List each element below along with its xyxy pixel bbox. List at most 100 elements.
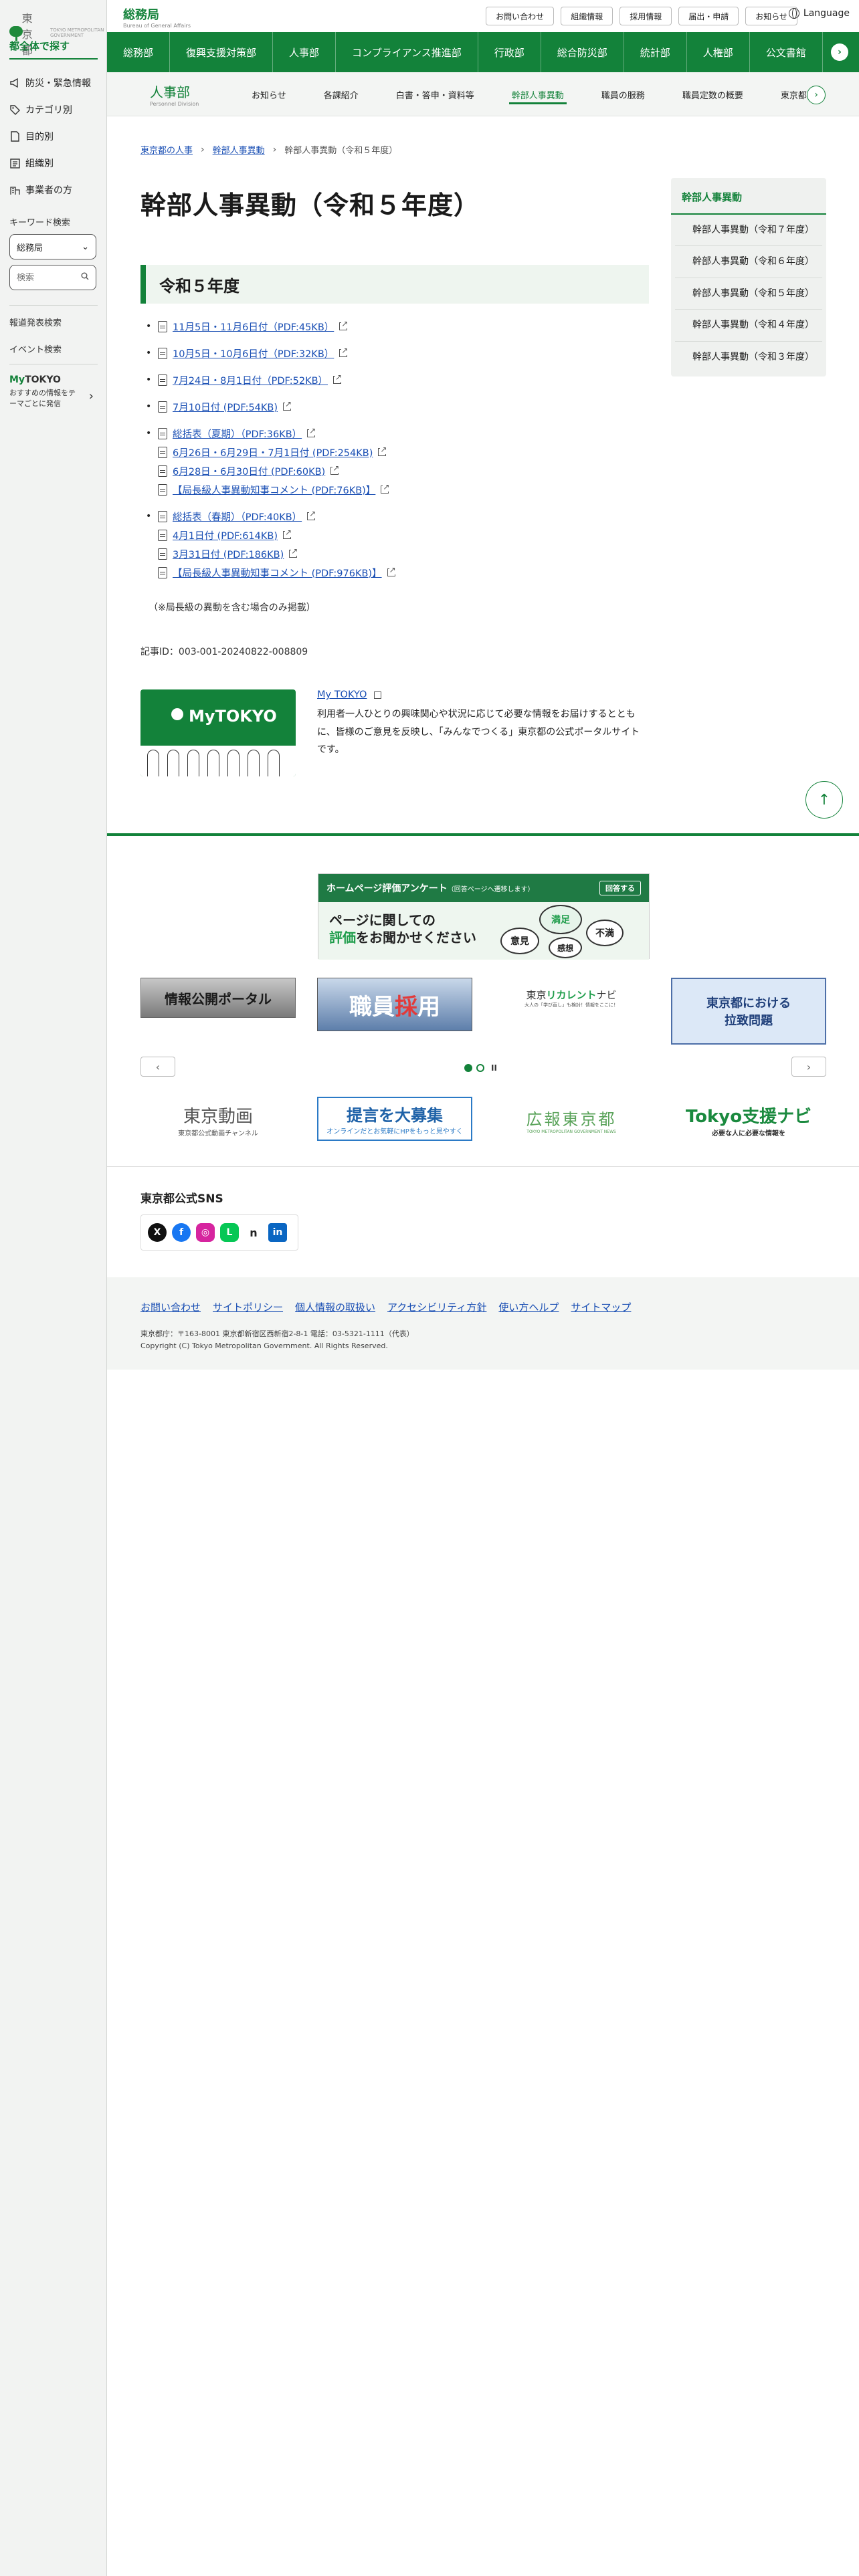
note-icon[interactable]: n <box>244 1223 263 1242</box>
division-nav-next-icon[interactable]: › <box>807 86 826 104</box>
instagram-icon[interactable]: ◎ <box>196 1223 215 1242</box>
division-title[interactable]: 人事部 Personnel Division <box>150 82 199 107</box>
bureau-title[interactable]: 総務局 Bureau of General Affairs <box>123 5 191 29</box>
sidebar-item-category[interactable]: カテゴリ別 <box>9 96 103 123</box>
sidebar-item-label: 防災・緊急情報 <box>25 78 91 89</box>
dept-nav-item[interactable]: 人事部 <box>273 32 337 72</box>
carousel-banner[interactable]: 職員採用 <box>317 978 472 1031</box>
sidebar-nav: 防災・緊急情報 カテゴリ別 目的別 組織別 事業者の方 <box>9 70 103 203</box>
line-icon[interactable]: L <box>220 1223 239 1242</box>
pdf-link[interactable]: 【局長級人事異動知事コメント (PDF:976KB)】 <box>173 566 382 580</box>
press-release-search-link[interactable]: 報道発表検索 <box>9 316 62 328</box>
event-search-link[interactable]: イベント検索 <box>9 342 62 355</box>
sidebar-item-organization[interactable]: 組織別 <box>9 150 103 177</box>
division-nav-item[interactable]: 白書・答申・資料等 <box>377 72 493 116</box>
pdf-link[interactable]: 3月31日付 (PDF:186KB) <box>173 547 284 561</box>
language-button[interactable]: Language <box>788 8 850 19</box>
dept-nav-item[interactable]: 人権部 <box>687 32 750 72</box>
survey-question-line1: ページに関しての <box>329 912 436 928</box>
header-link-organization[interactable]: 組織情報 <box>561 7 613 25</box>
division-nav-item[interactable]: 職員の服務 <box>583 72 664 116</box>
carousel-prev-button[interactable]: ‹ <box>140 1057 175 1077</box>
koho-tokyo-banner[interactable]: 広報東京都 TOKYO METROPOLITAN GOVERNMENT NEWS <box>494 1097 649 1144</box>
survey-question-highlight: 評価 <box>329 930 356 946</box>
bureau-select-value: 総務局 <box>17 243 43 253</box>
tokyo-support-navi-banner[interactable]: Tokyo支援ナビ 必要な人に必要な情報を <box>671 1097 826 1144</box>
carousel-banner[interactable]: 情報公開ポータル <box>140 978 296 1018</box>
pdf-link[interactable]: 6月28日・6月30日付 (PDF:60KB) <box>173 464 325 478</box>
mytokyo-sidebar-link[interactable]: MyTOKYO おすすめの情報をテーマごとに発信 › <box>9 374 98 409</box>
dept-nav-item[interactable]: 復興支援対策部 <box>170 32 274 72</box>
footer-link[interactable]: アクセシビリティ方針 <box>387 1300 486 1314</box>
pdf-link[interactable]: 総括表（夏期）（PDF:36KB） <box>173 427 302 441</box>
pdf-link[interactable]: 7月24日・8月1日付（PDF:52KB） <box>173 373 328 387</box>
carousel-dot-active[interactable] <box>464 1064 472 1072</box>
division-nav-item[interactable]: お知らせ <box>233 72 305 116</box>
local-nav-item[interactable]: 幹部人事異動（令和７年度） <box>675 215 822 247</box>
pause-icon[interactable]: II <box>491 1063 497 1073</box>
x-icon[interactable]: X <box>148 1223 167 1242</box>
breadcrumb-link[interactable]: 東京都の人事 <box>140 143 193 156</box>
sidebar-item-business[interactable]: 事業者の方 <box>9 177 103 203</box>
footer-link[interactable]: 使い方ヘルプ <box>498 1300 559 1314</box>
dept-nav-item[interactable]: 総務部 <box>107 32 171 72</box>
facebook-icon[interactable]: f <box>172 1223 191 1242</box>
division-nav-item[interactable]: 各課紹介 <box>305 72 377 116</box>
header-link-contact[interactable]: お問い合わせ <box>486 7 555 25</box>
dept-nav-item[interactable]: 統計部 <box>624 32 687 72</box>
carousel-banner[interactable]: 東京都における 拉致問題 <box>671 978 826 1045</box>
sidebar-item-disaster[interactable]: 防災・緊急情報 <box>9 70 103 96</box>
back-to-top-button[interactable]: ↑ <box>805 781 843 819</box>
carousel-banner[interactable]: 東京リカレントナビ 大人の「学び直し」も検討！情報をここに！ <box>494 978 649 1018</box>
mytokyo-link[interactable]: My TOKYO <box>317 689 367 700</box>
mytokyo-logo-a: My <box>9 374 25 385</box>
pdf-link[interactable]: 総括表（春期）（PDF:40KB） <box>173 510 302 524</box>
search-icon[interactable] <box>81 272 89 283</box>
local-nav-item[interactable]: 幹部人事異動（令和４年度） <box>675 310 822 342</box>
local-nav-item[interactable]: 幹部人事異動（令和３年度） <box>675 342 822 372</box>
dept-nav-next-icon[interactable]: › <box>831 43 848 61</box>
banner-text: 広報東京都 <box>526 1110 617 1129</box>
header-link-applications[interactable]: 届出・申請 <box>678 7 739 25</box>
division-nav-item[interactable]: 職員定数の概要 <box>664 72 762 116</box>
local-nav-item[interactable]: 幹部人事異動（令和６年度） <box>675 246 822 278</box>
pdf-link[interactable]: 4月1日付 (PDF:614KB) <box>173 528 278 542</box>
header-link-recruitment[interactable]: 採用情報 <box>619 7 672 25</box>
dept-nav-item[interactable]: 公文書館 <box>750 32 823 72</box>
survey-answer-button[interactable]: 回答する <box>599 881 641 895</box>
sidebar-item-purpose[interactable]: 目的別 <box>9 123 103 150</box>
bureau-select[interactable]: 総務局 ⌄ <box>9 234 96 259</box>
pdf-link[interactable]: 11月5日・11月6日付（PDF:45KB） <box>173 320 334 334</box>
division-name: 人事部 <box>150 84 190 100</box>
survey-question-line2: をお聞かせください <box>356 930 476 946</box>
pdf-link[interactable]: 10月5日・10月6日付（PDF:32KB） <box>173 346 334 360</box>
breadcrumb-link[interactable]: 幹部人事異動 <box>213 143 265 156</box>
carousel-next-button[interactable]: › <box>791 1057 826 1077</box>
dept-nav-item[interactable]: 行政部 <box>478 32 541 72</box>
proposal-banner[interactable]: 提言を大募集 オンラインだとお気軽にHPをもっと見やすく <box>317 1097 472 1141</box>
pdf-link[interactable]: 7月10日付 (PDF:54KB) <box>173 400 278 414</box>
linkedin-icon[interactable]: in <box>268 1223 287 1242</box>
mytokyo-description: おすすめの情報をテーマごとに発信 <box>9 389 76 408</box>
footer-link[interactable]: サイトポリシー <box>213 1300 283 1314</box>
footer-link[interactable]: 個人情報の取扱い <box>295 1300 375 1314</box>
mytokyo-promo: MyTOKYO My TOKYO 利用者一人ひとりの興味関心や状況に応じて必要な… <box>140 689 649 776</box>
mytokyo-banner-image[interactable]: MyTOKYO <box>140 689 296 776</box>
mytokyo-description: 利用者一人ひとりの興味関心や状況に応じて必要な情報をお届けするとともに、皆様のご… <box>317 709 640 756</box>
dept-nav-item[interactable]: コンプライアンス推進部 <box>336 32 478 72</box>
survey-question: ページに関しての 評価をお聞かせください <box>329 911 476 946</box>
pdf-link[interactable]: 【局長級人事異動知事コメント (PDF:76KB)】 <box>173 483 375 497</box>
local-nav: 幹部人事異動 幹部人事異動（令和７年度） 幹部人事異動（令和６年度） 幹部人事異… <box>671 178 826 377</box>
local-nav-item[interactable]: 幹部人事異動（令和５年度） <box>675 278 822 310</box>
local-nav-heading[interactable]: 幹部人事異動 <box>671 178 826 215</box>
tokyo-video-banner[interactable]: 東京動画 東京都公式動画チャンネル <box>140 1097 296 1144</box>
survey-banner[interactable]: ホームページ評価アンケート（回答ページへ遷移します） 回答する ページに関しての… <box>318 873 650 960</box>
pdf-link[interactable]: 6月26日・6月29日・7月1日付 (PDF:254KB) <box>173 445 373 459</box>
carousel-dot[interactable] <box>476 1064 484 1072</box>
search-input[interactable] <box>17 272 77 283</box>
division-nav-item-active[interactable]: 幹部人事異動 <box>493 72 583 116</box>
footer-link[interactable]: お問い合わせ <box>140 1300 201 1314</box>
external-link-icon <box>307 426 316 437</box>
footer-link[interactable]: サイトマップ <box>571 1300 631 1314</box>
dept-nav-item[interactable]: 総合防災部 <box>541 32 624 72</box>
